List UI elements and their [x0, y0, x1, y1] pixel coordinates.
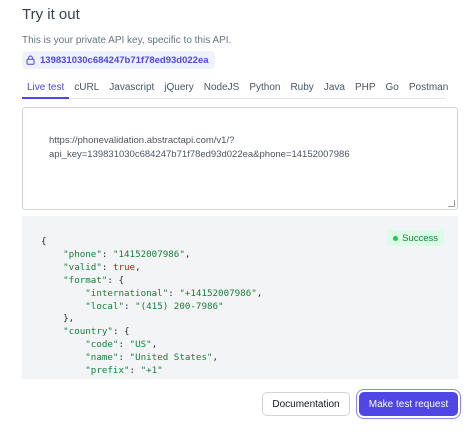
status-label: Success: [402, 232, 438, 244]
section-title: Try it out: [22, 6, 80, 23]
tab-java[interactable]: Java: [319, 80, 350, 98]
status-dot-icon: [393, 235, 399, 241]
json-value: "14152007986": [112, 248, 185, 260]
json-value: true: [112, 261, 136, 273]
api-key-chip[interactable]: 139831030c684247b71f78ed93d022ea: [22, 51, 215, 69]
make-test-request-button[interactable]: Make test request: [359, 392, 458, 416]
language-tabs: Live test cURL Javascript jQuery NodeJS …: [22, 80, 448, 99]
response-json: { "phone": "14152007986", "valid": true,…: [41, 236, 263, 379]
request-url-line: api_key=139831030c684247b71f78ed93d022ea…: [49, 149, 350, 160]
tab-python[interactable]: Python: [244, 80, 285, 98]
tab-php[interactable]: PHP: [350, 80, 381, 98]
json-value: "+1": [140, 365, 163, 377]
tab-ruby[interactable]: Ruby: [285, 80, 318, 98]
tab-nodejs[interactable]: NodeJS: [199, 80, 245, 98]
request-url-line: https://phonevalidation.abstractapi.com/…: [49, 135, 235, 146]
status-badge: Success: [387, 230, 444, 246]
lock-icon: [26, 55, 35, 65]
tab-curl[interactable]: cURL: [69, 80, 104, 98]
resize-handle[interactable]: [448, 200, 455, 207]
documentation-button[interactable]: Documentation: [262, 392, 350, 416]
response-panel[interactable]: Success { "phone": "14152007986", "valid…: [22, 216, 458, 379]
json-value: "United States": [129, 352, 213, 364]
request-url-input[interactable]: https://phonevalidation.abstractapi.com/…: [22, 107, 458, 210]
tab-postman[interactable]: Postman: [404, 80, 453, 98]
tab-jquery[interactable]: jQuery: [159, 80, 198, 98]
tab-live-test[interactable]: Live test: [22, 80, 70, 99]
json-value: "US": [129, 339, 152, 351]
api-key-value: 139831030c684247b71f78ed93d022ea: [40, 54, 209, 66]
json-value: "+14152007986": [179, 287, 257, 299]
tab-go[interactable]: Go: [381, 80, 404, 98]
json-value: "(415) 200-7986": [135, 300, 224, 312]
api-key-description: This is your private API key, specific t…: [22, 35, 232, 46]
tab-javascript[interactable]: Javascript: [104, 80, 159, 98]
